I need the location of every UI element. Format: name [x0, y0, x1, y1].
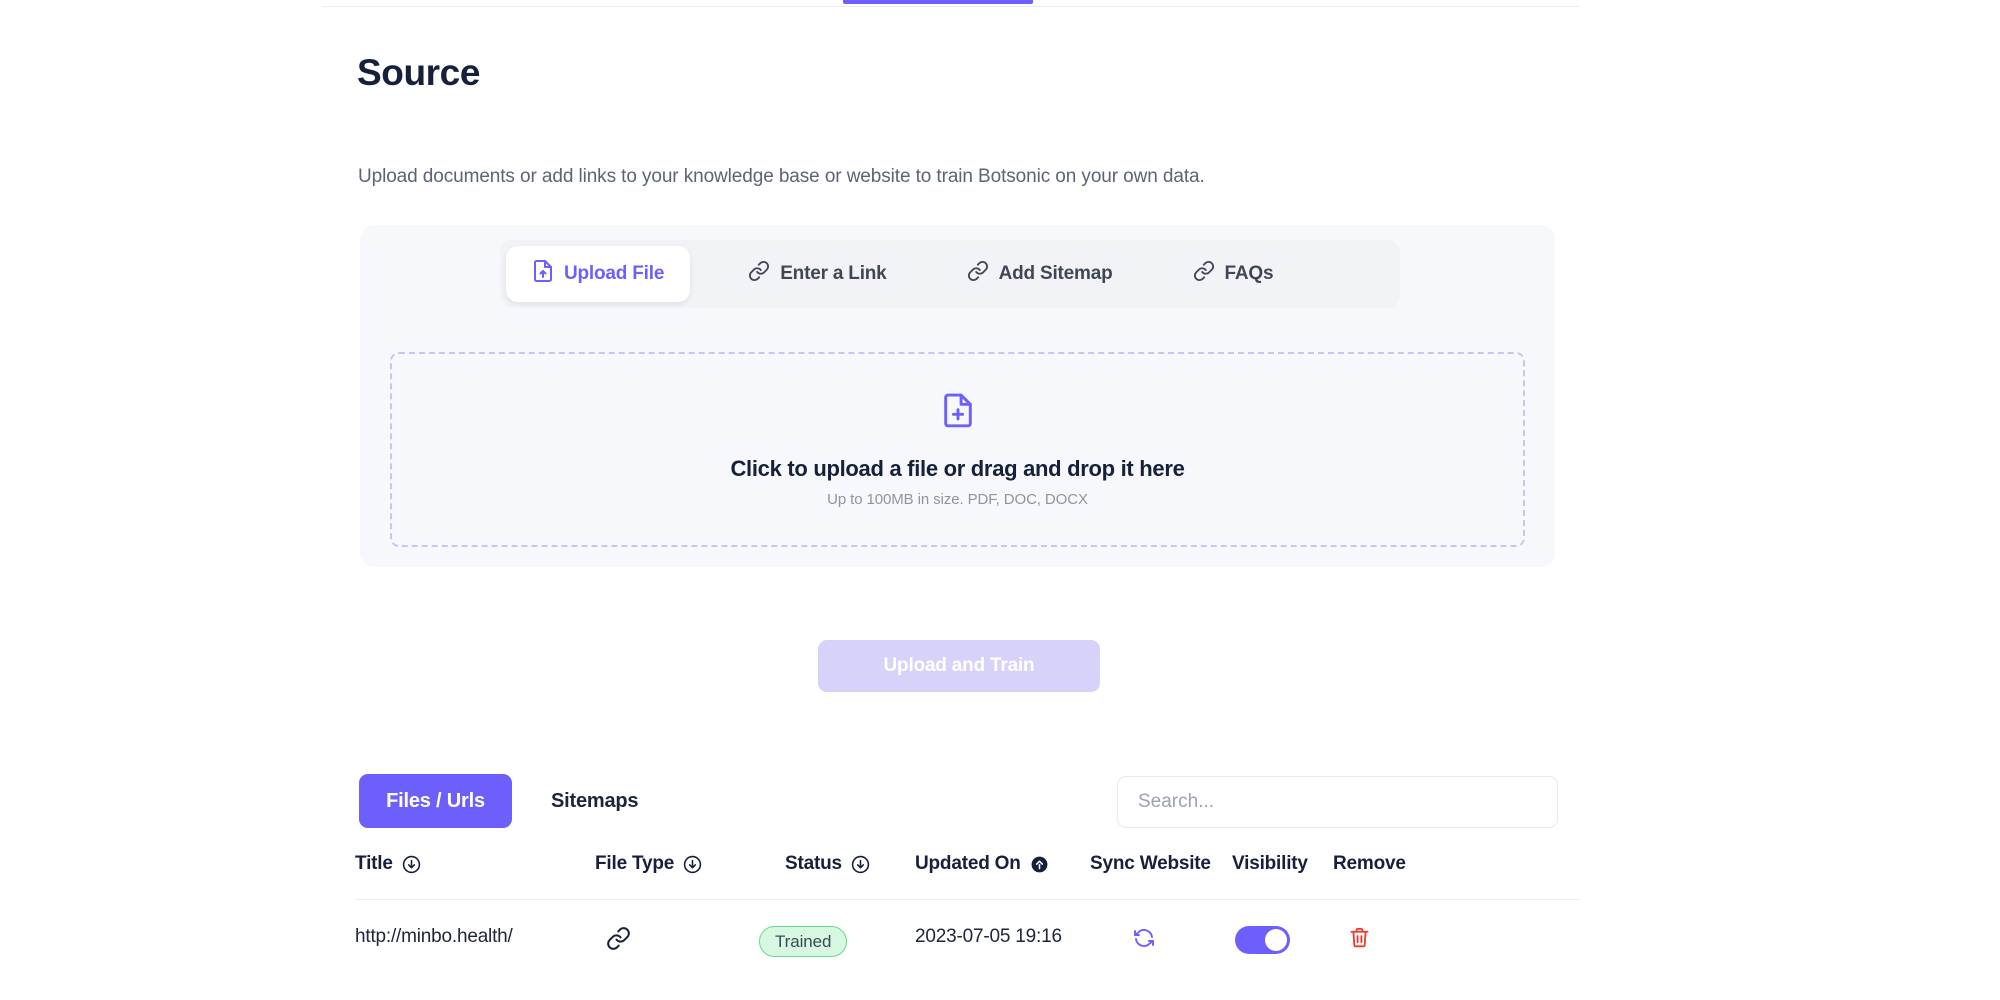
column-header-remove: Remove — [1333, 853, 1406, 875]
page-subtitle: Upload documents or add links to your kn… — [358, 166, 1205, 188]
column-label: Visibility — [1232, 853, 1308, 875]
filter-sitemaps[interactable]: Sitemaps — [551, 774, 638, 828]
cell-updated-on: 2023-07-05 19:16 — [915, 926, 1062, 948]
table-header-row: Title File Type Status — [355, 853, 1580, 900]
dropzone-hint: Up to 100MB in size. PDF, DOC, DOCX — [827, 491, 1088, 508]
arrow-up-circle-icon[interactable] — [1030, 855, 1049, 874]
column-header-file-type[interactable]: File Type — [595, 853, 702, 875]
status-badge: Trained — [759, 926, 847, 957]
source-tabs: Upload File Enter a Link — [500, 240, 1400, 308]
column-label: Remove — [1333, 853, 1406, 875]
trash-icon[interactable] — [1348, 926, 1371, 955]
arrow-down-circle-icon[interactable] — [683, 855, 702, 874]
column-label: Sync Website — [1090, 853, 1211, 875]
arrow-down-circle-icon[interactable] — [402, 855, 421, 874]
column-label: File Type — [595, 853, 674, 875]
upload-and-train-button[interactable]: Upload and Train — [818, 640, 1100, 692]
sources-table: Title File Type Status — [355, 853, 1580, 992]
cell-title: http://minbo.health/ — [355, 926, 513, 948]
tab-label: FAQs — [1225, 263, 1274, 285]
column-header-visibility: Visibility — [1232, 853, 1308, 875]
link-icon — [748, 260, 770, 288]
top-divider — [322, 6, 1580, 7]
cell-remove[interactable] — [1348, 926, 1371, 955]
tab-add-sitemap[interactable]: Add Sitemap — [945, 246, 1135, 302]
toggle-knob — [1265, 929, 1287, 951]
column-header-sync-website: Sync Website — [1090, 853, 1211, 875]
page-title: Source — [357, 52, 480, 94]
file-plus-icon — [941, 392, 975, 437]
cell-sync-website[interactable] — [1132, 926, 1156, 956]
tab-faqs[interactable]: FAQs — [1171, 246, 1296, 302]
column-header-updated-on[interactable]: Updated On — [915, 853, 1049, 875]
column-label: Status — [785, 853, 842, 875]
filter-files-urls[interactable]: Files / Urls — [359, 774, 512, 828]
column-header-status[interactable]: Status — [785, 853, 870, 875]
column-header-title[interactable]: Title — [355, 853, 421, 875]
upload-card: Upload File Enter a Link — [360, 225, 1555, 567]
link-icon — [1193, 260, 1215, 288]
cell-visibility — [1235, 926, 1290, 954]
tab-label: Upload File — [564, 263, 664, 285]
tab-label: Enter a Link — [780, 263, 886, 285]
tab-enter-a-link[interactable]: Enter a Link — [726, 246, 908, 302]
arrow-down-circle-icon[interactable] — [851, 855, 870, 874]
table-row: http://minbo.health/ Trained 2023-07-05 … — [355, 900, 1580, 992]
link-icon — [967, 260, 989, 288]
visibility-toggle[interactable] — [1235, 926, 1290, 954]
active-nav-tab-underline — [843, 0, 1033, 4]
refresh-icon[interactable] — [1132, 926, 1156, 956]
link-icon[interactable] — [606, 926, 631, 957]
dropzone-title: Click to upload a file or drag and drop … — [730, 456, 1184, 482]
tab-label: Add Sitemap — [999, 263, 1113, 285]
column-label: Title — [355, 853, 393, 875]
tab-upload-file[interactable]: Upload File — [506, 246, 690, 302]
source-page: Source Upload documents or add links to … — [0, 0, 2000, 1000]
file-upload-icon — [532, 259, 554, 289]
file-dropzone[interactable]: Click to upload a file or drag and drop … — [390, 352, 1525, 547]
column-label: Updated On — [915, 853, 1021, 875]
cell-file-type[interactable] — [606, 926, 631, 957]
search-input[interactable] — [1117, 776, 1558, 828]
cell-status: Trained — [759, 926, 847, 957]
